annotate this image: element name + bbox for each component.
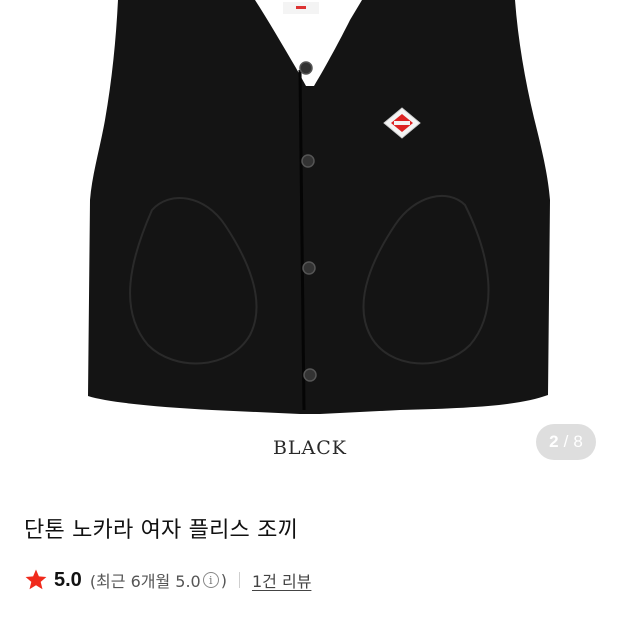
star-icon (25, 569, 47, 590)
rating-score: 5.0 (54, 568, 82, 591)
neck-label-mark (296, 6, 306, 9)
recent-rating-text: (최근 6개월 5.0 (89, 572, 201, 591)
rating-divider (238, 572, 240, 588)
snap-button-4 (303, 368, 317, 382)
snap-button-1 (299, 61, 313, 75)
snap-button-3 (302, 261, 316, 275)
review-count-link[interactable]: 1건 리뷰 (252, 568, 311, 592)
product-photo-black-fleece-vest (88, 0, 550, 414)
image-counter-badge: 2 / 8 (536, 424, 596, 460)
total-image-count: 8 (573, 432, 583, 451)
snap-button-2 (301, 154, 315, 168)
rating-row: 5.0 (최근 6개월 5.0 i ) 1건 리뷰 (24, 566, 311, 594)
product-image-gallery[interactable]: BLACK 2 / 8 (0, 0, 620, 490)
counter-separator: / (563, 432, 569, 451)
product-title: 단톤 노카라 여자 플리스 조끼 (24, 518, 299, 543)
recent-rating-close: ) (220, 570, 227, 590)
info-icon[interactable]: i (202, 572, 219, 588)
current-image-number: 2 (549, 432, 559, 451)
color-caption: BLACK (272, 437, 348, 459)
